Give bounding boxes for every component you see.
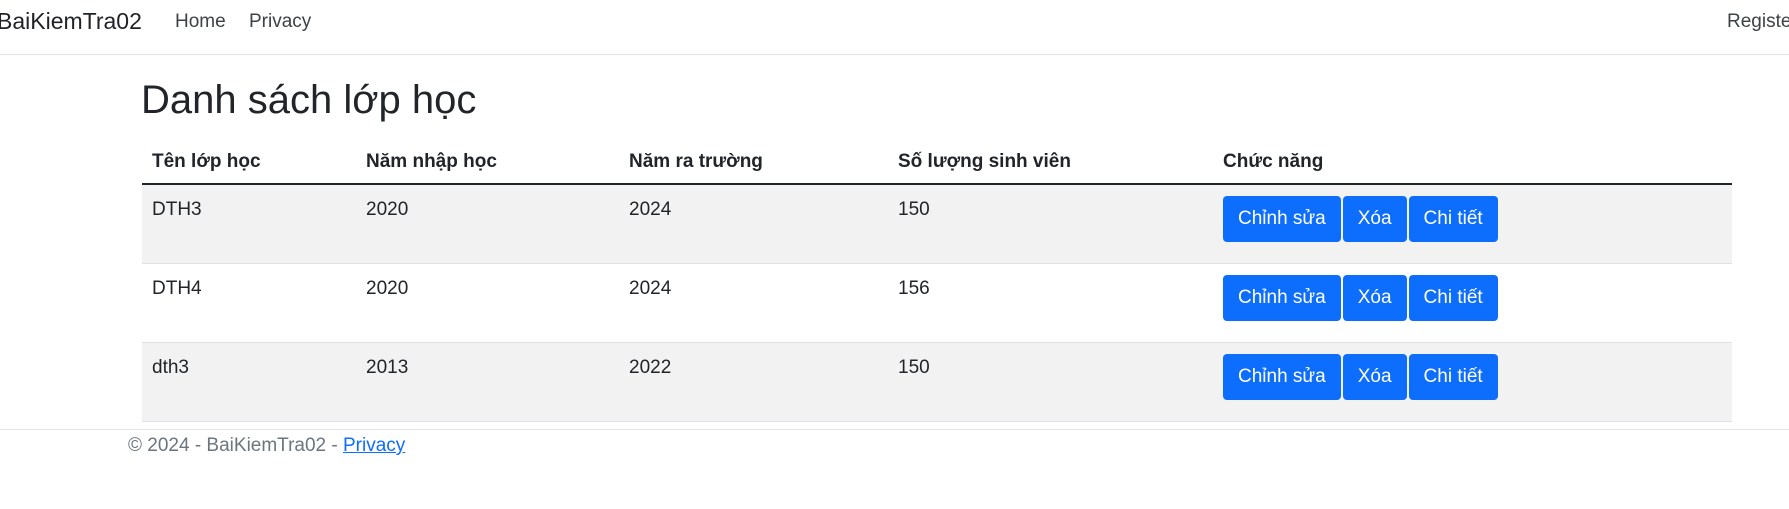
header-student-count: Số lượng sinh viên — [888, 140, 1213, 185]
page-title: Danh sách lớp học — [141, 78, 477, 122]
cell-text: 2013 — [366, 357, 409, 378]
nav-link-register[interactable]: Registe — [1727, 11, 1789, 33]
cell-actions: Chỉnh sửa Xóa Chi tiết — [1213, 263, 1732, 343]
brand-link[interactable]: BaiKiemTra02 — [0, 8, 142, 35]
cell-text: 150 — [898, 357, 930, 378]
cell-start-year: 2020 — [356, 184, 619, 264]
cell-text: 2024 — [629, 278, 672, 299]
details-button[interactable]: Chi tiết — [1408, 354, 1498, 400]
cell-graduation-year: 2024 — [619, 263, 888, 343]
cell-actions: Chỉnh sửa Xóa Chi tiết — [1213, 342, 1732, 422]
cell-student-count: 150 — [888, 342, 1213, 422]
edit-button[interactable]: Chỉnh sửa — [1223, 196, 1341, 242]
table-header-row: Tên lớp học Năm nhập học Năm ra trường S… — [142, 140, 1732, 185]
cell-text: DTH4 — [152, 278, 202, 299]
delete-button[interactable]: Xóa — [1342, 196, 1407, 242]
cell-text: 156 — [898, 278, 930, 299]
cell-class-name: dth3 — [142, 342, 356, 422]
class-list-table: Tên lớp học Năm nhập học Năm ra trường S… — [142, 140, 1732, 422]
footer-copyright: © 2024 - BaiKiemTra02 - — [128, 435, 343, 456]
nav-link-home[interactable]: Home — [175, 11, 226, 33]
details-button[interactable]: Chi tiết — [1408, 196, 1498, 242]
footer-text: © 2024 - BaiKiemTra02 - Privacy — [128, 435, 405, 457]
cell-start-year: 2013 — [356, 342, 619, 422]
cell-text: DTH3 — [152, 199, 202, 220]
cell-start-year: 2020 — [356, 263, 619, 343]
table-row: DTH3 2020 2024 150 Chỉnh sửa Xóa Chi tiết — [142, 184, 1732, 264]
cell-graduation-year: 2022 — [619, 342, 888, 422]
cell-text: 2024 — [629, 199, 672, 220]
cell-class-name: DTH3 — [142, 184, 356, 264]
cell-text: 2020 — [366, 278, 409, 299]
navbar: BaiKiemTra02 Home Privacy Registe — [0, 0, 1789, 55]
delete-button[interactable]: Xóa — [1342, 354, 1407, 400]
cell-class-name: DTH4 — [142, 263, 356, 343]
header-class-name: Tên lớp học — [142, 140, 356, 185]
cell-text: dth3 — [152, 357, 189, 378]
edit-button[interactable]: Chỉnh sửa — [1223, 275, 1341, 321]
cell-text: 2022 — [629, 357, 672, 378]
header-start-year: Năm nhập học — [356, 140, 619, 185]
footer: © 2024 - BaiKiemTra02 - Privacy — [0, 429, 1789, 509]
header-actions: Chức năng — [1213, 140, 1732, 185]
cell-student-count: 150 — [888, 184, 1213, 264]
cell-student-count: 156 — [888, 263, 1213, 343]
cell-text: 150 — [898, 199, 930, 220]
table-row: DTH4 2020 2024 156 Chỉnh sửa Xóa Chi tiết — [142, 263, 1732, 343]
nav-link-privacy[interactable]: Privacy — [249, 11, 311, 33]
cell-actions: Chỉnh sửa Xóa Chi tiết — [1213, 184, 1732, 264]
table-row: dth3 2013 2022 150 Chỉnh sửa Xóa Chi tiết — [142, 342, 1732, 422]
header-graduation-year: Năm ra trường — [619, 140, 888, 185]
footer-privacy-link[interactable]: Privacy — [343, 435, 405, 456]
cell-graduation-year: 2024 — [619, 184, 888, 264]
delete-button[interactable]: Xóa — [1342, 275, 1407, 321]
edit-button[interactable]: Chỉnh sửa — [1223, 354, 1341, 400]
cell-text: 2020 — [366, 199, 409, 220]
details-button[interactable]: Chi tiết — [1408, 275, 1498, 321]
